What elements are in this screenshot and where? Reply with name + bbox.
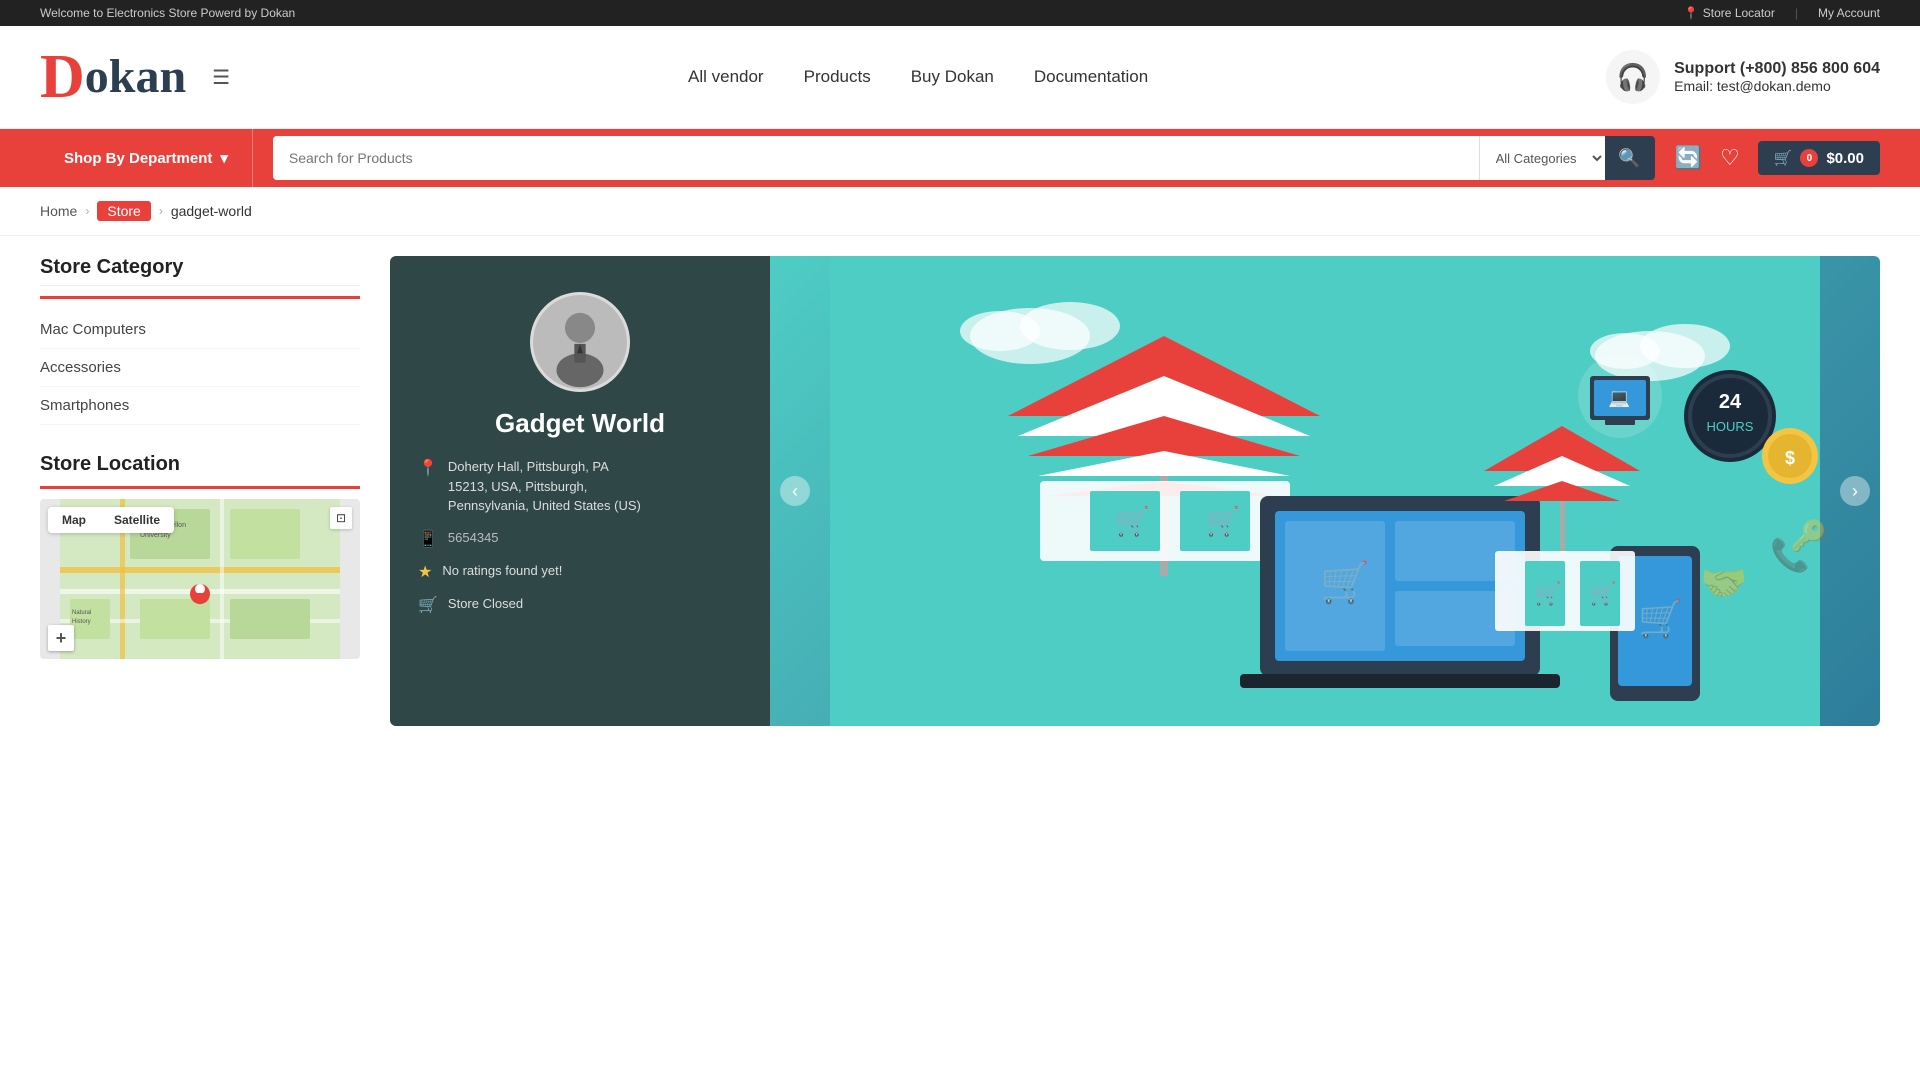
store-status: Store Closed xyxy=(448,594,523,614)
store-locator-link[interactable]: 📍 Store Locator xyxy=(1684,6,1775,20)
my-account-link[interactable]: My Account xyxy=(1818,6,1880,20)
store-status-row: 🛒 Store Closed xyxy=(418,594,742,615)
store-avatar xyxy=(530,292,630,392)
top-bar-right: 📍 Store Locator | My Account xyxy=(1684,6,1880,20)
svg-text:🛒: 🛒 xyxy=(1534,581,1561,606)
cart-badge: 0 xyxy=(1800,149,1818,167)
logo-area: Dokan ☰ xyxy=(40,46,230,108)
category-list: Mac Computers Accessories Smartphones xyxy=(40,311,360,425)
svg-text:HOURS: HOURS xyxy=(1707,419,1754,434)
svg-text:🛒: 🛒 xyxy=(1115,505,1150,538)
red-bar: Shop By Department ▾ All Categories 🔍 🔄 … xyxy=(0,129,1920,187)
search-bar: All Categories xyxy=(273,136,1605,180)
banner-illustration: 🛒 🛒 🛒 🛒 xyxy=(770,256,1880,726)
main-nav: All vendor Products Buy Dokan Documentat… xyxy=(230,67,1606,87)
location-icon: 📍 xyxy=(1684,6,1699,20)
logo-okan: okan xyxy=(85,53,186,101)
nav-buy-dokan[interactable]: Buy Dokan xyxy=(911,67,994,87)
store-location-title: Store Location xyxy=(40,453,360,489)
svg-text:🛒: 🛒 xyxy=(1205,505,1240,538)
headset-icon: 🎧 xyxy=(1606,50,1660,104)
breadcrumb-sep2: › xyxy=(159,204,163,218)
refresh-icon[interactable]: 🔄 xyxy=(1675,145,1702,171)
category-section-title: Store Category xyxy=(40,256,360,299)
svg-text:💻: 💻 xyxy=(1608,388,1630,408)
map-view-btn[interactable]: Map xyxy=(48,507,100,533)
welcome-text: Welcome to Electronics Store Powerd by D… xyxy=(40,6,295,20)
breadcrumb-store[interactable]: Store xyxy=(97,201,150,221)
address-icon: 📍 xyxy=(418,458,438,478)
star-icon: ★ xyxy=(418,562,432,582)
svg-text:🤝: 🤝 xyxy=(1700,563,1747,605)
support-area: 🎧 Support (+800) 856 800 604 Email: test… xyxy=(1606,50,1880,104)
store-address-row: 📍 Doherty Hall, Pittsburgh, PA 15213, US… xyxy=(418,457,742,516)
store-rating-row: ★ No ratings found yet! xyxy=(418,561,742,582)
shop-by-dept-btn[interactable]: Shop By Department ▾ xyxy=(40,129,253,187)
svg-text:$: $ xyxy=(1785,448,1795,468)
store-phone: 5654345 xyxy=(448,528,499,548)
main-content: Store Category Mac Computers Accessories… xyxy=(0,236,1920,746)
store-banner-left: Gadget World 📍 Doherty Hall, Pittsburgh,… xyxy=(390,256,770,726)
svg-text:History: History xyxy=(72,619,91,625)
satellite-view-btn[interactable]: Satellite xyxy=(100,507,174,533)
cart-status-icon: 🛒 xyxy=(418,595,438,615)
nav-all-vendor[interactable]: All vendor xyxy=(688,67,764,87)
chevron-down-icon: ▾ xyxy=(220,149,228,167)
top-bar: Welcome to Electronics Store Powerd by D… xyxy=(0,0,1920,26)
category-select[interactable]: All Categories xyxy=(1479,136,1605,180)
map-controls: Map Satellite xyxy=(48,507,174,533)
hamburger-icon[interactable]: ☰ xyxy=(212,65,230,90)
category-accessories[interactable]: Accessories xyxy=(40,349,360,387)
map-container: Carnegie Mellon University Natural Histo… xyxy=(40,499,360,659)
top-bar-divider: | xyxy=(1795,6,1798,20)
header-icons: 🔄 ♡ 🛒 0 $0.00 xyxy=(1675,141,1880,175)
banner-next-btn[interactable]: › xyxy=(1840,476,1870,506)
category-mac-computers[interactable]: Mac Computers xyxy=(40,311,360,349)
logo: Dokan xyxy=(40,46,186,108)
cart-icon-wrap: 🛒 0 $0.00 xyxy=(1758,141,1880,175)
store-name: Gadget World xyxy=(495,408,665,439)
category-smartphones[interactable]: Smartphones xyxy=(40,387,360,425)
svg-text:🔑: 🔑 xyxy=(1790,517,1827,554)
nav-documentation[interactable]: Documentation xyxy=(1034,67,1148,87)
map-zoom-plus-btn[interactable]: + xyxy=(48,625,74,651)
store-banner-right: ‹ › xyxy=(770,256,1880,726)
store-content: Gadget World 📍 Doherty Hall, Pittsburgh,… xyxy=(390,256,1880,726)
cart-button[interactable]: 🛒 0 $0.00 xyxy=(1758,141,1880,175)
breadcrumb-home[interactable]: Home xyxy=(40,203,77,219)
svg-text:24: 24 xyxy=(1719,391,1742,413)
banner-prev-btn[interactable]: ‹ xyxy=(780,476,810,506)
search-icon: 🔍 xyxy=(1618,148,1640,169)
breadcrumb-sep1: › xyxy=(85,204,89,218)
logo-d: D xyxy=(40,46,85,108)
support-text: Support (+800) 856 800 604 Email: test@d… xyxy=(1674,60,1880,94)
phone-icon: 📱 xyxy=(418,529,438,549)
header: Dokan ☰ All vendor Products Buy Dokan Do… xyxy=(0,26,1920,129)
cart-icon: 🛒 xyxy=(1774,149,1793,167)
breadcrumb: Home › Store › gadget-world xyxy=(0,187,1920,236)
avatar-image xyxy=(533,292,627,392)
nav-products[interactable]: Products xyxy=(804,67,871,87)
store-rating: No ratings found yet! xyxy=(442,561,562,581)
map-maximize-btn[interactable]: ⊡ xyxy=(330,507,352,529)
svg-text:University: University xyxy=(140,532,171,539)
search-input[interactable] xyxy=(273,136,1479,180)
store-banner: Gadget World 📍 Doherty Hall, Pittsburgh,… xyxy=(390,256,1880,726)
breadcrumb-current: gadget-world xyxy=(171,203,252,219)
svg-text:Natural: Natural xyxy=(72,610,91,616)
store-phone-row: 📱 5654345 xyxy=(418,528,742,549)
sidebar: Store Category Mac Computers Accessories… xyxy=(40,256,360,726)
svg-text:🛒: 🛒 xyxy=(1320,559,1370,605)
store-address: Doherty Hall, Pittsburgh, PA 15213, USA,… xyxy=(448,457,641,516)
wishlist-icon[interactable]: ♡ xyxy=(1720,145,1740,171)
search-button[interactable]: 🔍 xyxy=(1605,136,1655,180)
svg-text:🛒: 🛒 xyxy=(1638,598,1683,639)
svg-text:🛒: 🛒 xyxy=(1589,581,1616,606)
